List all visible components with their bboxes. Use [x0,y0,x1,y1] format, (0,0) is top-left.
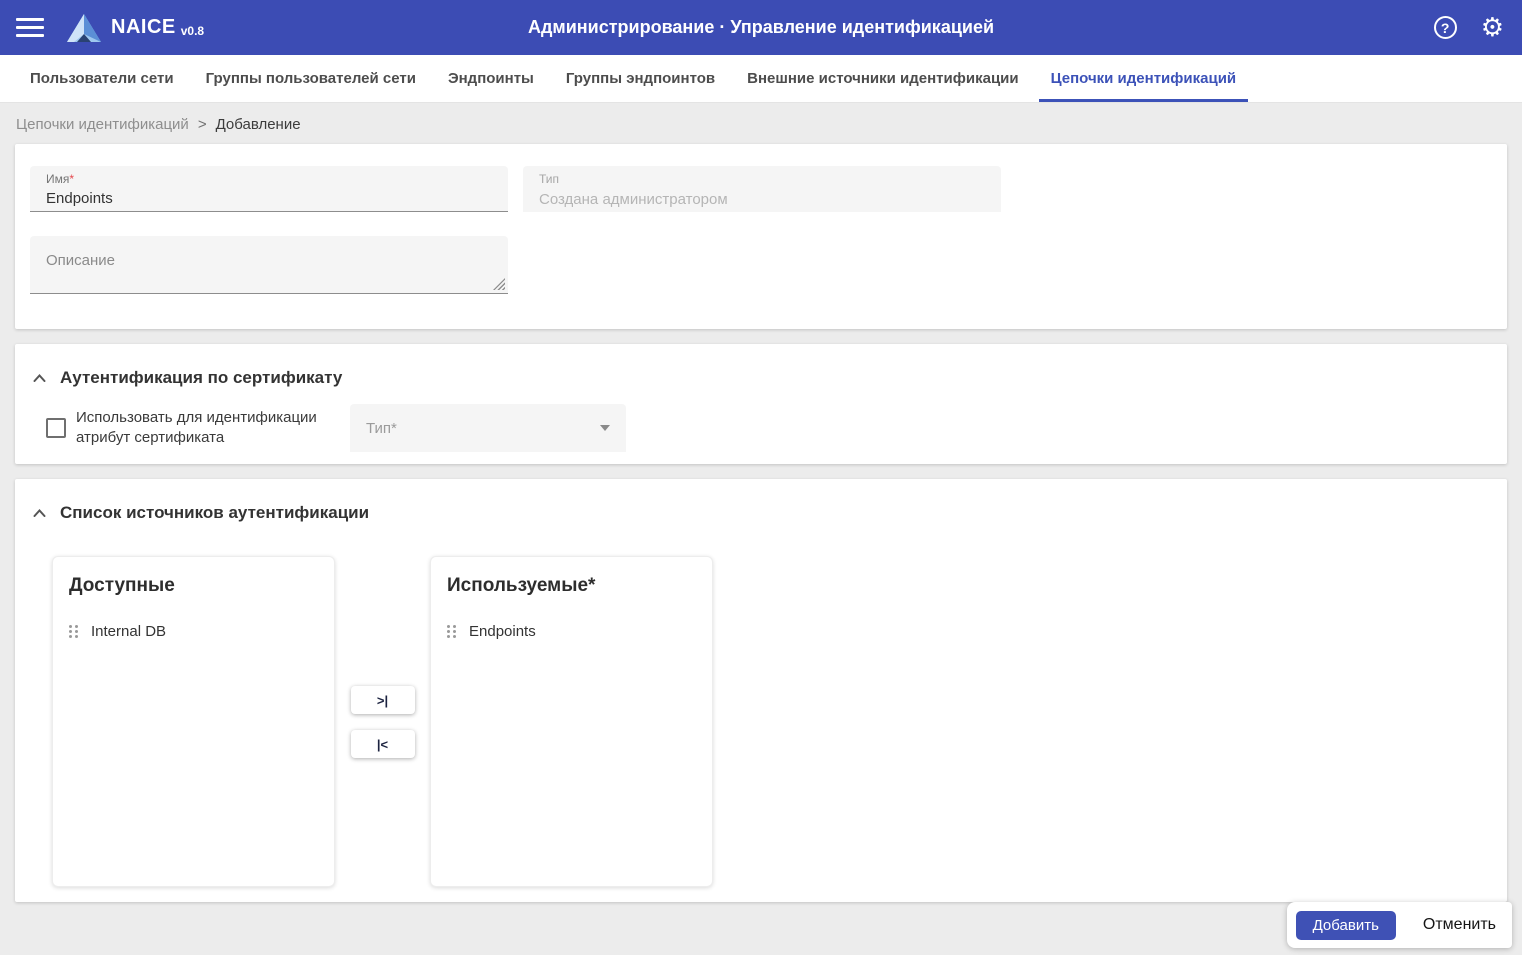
transfer-controls: >| |< [335,556,430,887]
collapse-chevron-icon[interactable] [30,369,48,387]
logo-triangle-icon [67,13,101,42]
brand-name: NAICE [111,16,176,38]
type-input [539,191,985,208]
help-icon[interactable]: ? [1433,16,1457,39]
available-list-title: Доступные [69,575,175,596]
required-asterisk: * [69,172,75,186]
available-sources-list: Доступные Internal DB [52,556,335,887]
cert-type-select: Тип* [350,404,626,452]
auth-sources-card: Список источников аутентификации Доступн… [15,479,1507,902]
drag-handle-icon[interactable] [69,625,78,638]
source-item-label: Endpoints [469,623,536,640]
description-field-label: Описание [46,252,116,269]
tab-external-identity-sources[interactable]: Внешние источники идентификации [735,55,1031,102]
move-all-left-button[interactable]: |< [350,730,415,758]
gear-icon[interactable]: ⚙ [1481,15,1504,41]
tab-endpoint-groups[interactable]: Группы эндпоинтов [554,55,727,102]
page-title: Администрирование · Управление идентифик… [527,17,995,37]
use-cert-attribute-label[interactable]: Использовать для идентификации атрибут с… [76,408,328,448]
breadcrumb-separator: > [197,116,207,133]
tab-network-user-groups[interactable]: Группы пользователей сети [194,55,428,102]
hamburger-menu-icon[interactable] [16,18,44,37]
move-all-right-button[interactable]: >| [350,686,415,714]
breadcrumb-current: Добавление [215,116,301,133]
use-cert-attribute-checkbox[interactable] [46,418,66,438]
type-field: Тип [523,166,1001,212]
name-field-label: Имя [46,172,70,186]
collapse-chevron-icon[interactable] [30,504,48,522]
naice-logo: NAICE v0.8 [66,13,204,43]
cancel-button[interactable]: Отменить [1423,916,1496,934]
chain-form-card: Имя* Тип Описание [15,144,1507,329]
certificate-auth-title: Аутентификация по сертификату [60,368,343,387]
source-item-label: Internal DB [91,623,167,640]
brand-version: v0.8 [180,23,205,38]
used-list-title: Используемые* [447,575,596,596]
used-sources-list: Используемые* Endpoints [430,556,713,887]
app-bar: NAICE v0.8 Администрирование · Управлени… [0,0,1522,55]
tab-endpoints[interactable]: Эндпоинты [436,55,546,102]
list-item[interactable]: Internal DB [69,623,318,640]
drag-handle-icon[interactable] [447,625,456,638]
auth-sources-title: Список источников аутентификации [60,503,370,522]
tab-identification-chains[interactable]: Цепочки идентификаций [1038,55,1249,102]
type-field-label: Тип [539,172,560,186]
description-field: Описание [30,236,508,294]
tab-bar: Пользователи сети Группы пользователей с… [0,55,1522,103]
form-actions-panel: Добавить Отменить [1286,902,1512,948]
cert-type-select-placeholder: Тип* [366,419,397,437]
tab-network-users[interactable]: Пользователи сети [18,55,186,102]
breadcrumb: Цепочки идентификаций > Добавление [0,103,1522,144]
list-item[interactable]: Endpoints [447,623,696,640]
certificate-auth-card: Аутентификация по сертификату Использова… [15,344,1507,464]
chevron-down-icon [600,425,610,431]
breadcrumb-parent-link[interactable]: Цепочки идентификаций [16,116,189,133]
add-button[interactable]: Добавить [1295,910,1396,940]
name-input[interactable] [46,190,492,207]
name-field: Имя* [30,166,508,212]
